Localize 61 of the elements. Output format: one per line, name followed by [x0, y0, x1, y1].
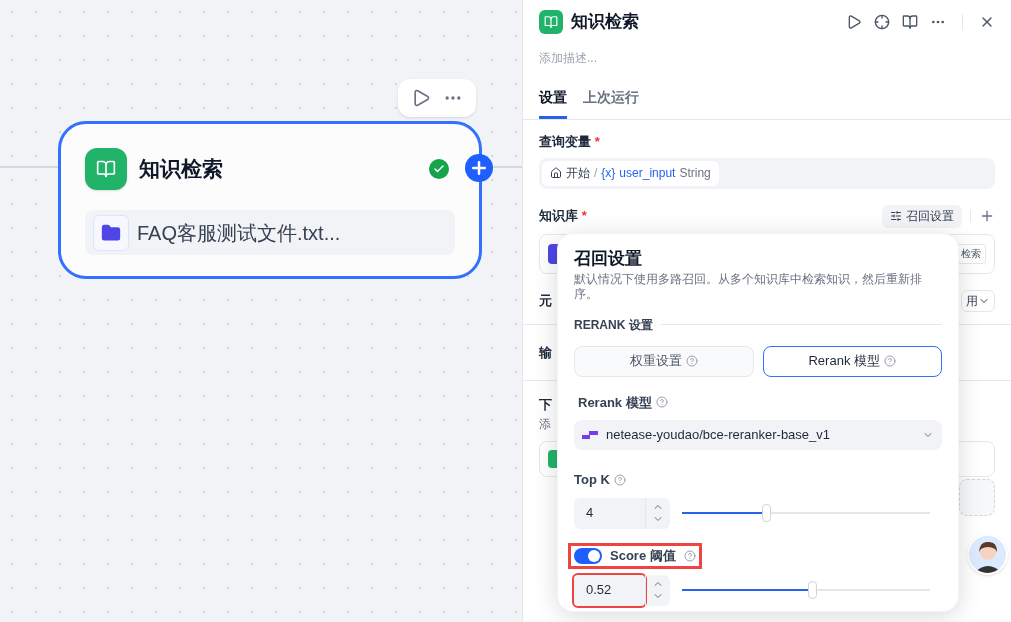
separator: / [594, 165, 598, 182]
check-icon [429, 159, 449, 179]
target-icon[interactable] [874, 13, 890, 30]
folder-icon [93, 214, 129, 251]
model-select[interactable]: netease-youdao/bce-reranker-base_v1 [574, 420, 942, 450]
sliders-icon [890, 210, 902, 222]
section-label: 下 [539, 396, 552, 414]
file-name: FAQ客服测试文件.txt... [137, 220, 341, 246]
panel-title: 知识检索 [571, 10, 640, 33]
node-title: 知识检索 [139, 156, 224, 183]
help-icon [655, 396, 668, 409]
number-input[interactable]: 0.52 [574, 574, 670, 606]
help-icon [685, 355, 698, 367]
slider[interactable] [682, 504, 930, 522]
run-icon[interactable] [411, 88, 431, 108]
help-icon [613, 473, 626, 486]
model-logo-icon [582, 431, 598, 439]
section-heading: RERANK 设置 [574, 316, 653, 334]
select-button[interactable]: 用 [961, 289, 995, 312]
model-name: netease-youdao/bce-reranker-base_v1 [606, 426, 832, 445]
section-label: 输 [539, 343, 552, 362]
slider-thumb[interactable] [762, 504, 772, 522]
mode-option[interactable]: 权重设置 [574, 345, 754, 377]
help-icon [884, 355, 896, 367]
field-label: Score 阈值 [610, 546, 676, 565]
book-icon [539, 9, 563, 34]
number-value: 4 [585, 504, 595, 523]
variable-icon: {x} [601, 164, 616, 182]
add-icon[interactable] [979, 208, 995, 224]
tab[interactable]: 设置 [539, 87, 567, 119]
tab[interactable]: 上次运行 [583, 87, 639, 119]
mode-option[interactable]: Rerank 模型 [762, 345, 942, 377]
field-label: 元 [539, 291, 552, 310]
variable-name: user_input [619, 165, 676, 182]
field-label: 知识库 [539, 208, 578, 224]
query-field[interactable]: 开始 / {x} user_input String [539, 157, 995, 189]
number-input[interactable]: 4 [574, 497, 670, 529]
section-hint: 添 [539, 415, 551, 433]
knowledge-node[interactable]: 知识检索 FAQ客服测试文件.txt... [58, 121, 482, 279]
source-name: 开始 [566, 165, 590, 182]
book-icon [85, 148, 127, 190]
popover-description: 默认情况下使用多路召回。从多个知识库中检索知识，然后重新排序。 [574, 271, 923, 302]
field-label: 查询变量 [539, 134, 591, 149]
avatar[interactable] [967, 534, 1008, 575]
add-icon[interactable] [465, 154, 493, 182]
slider[interactable] [682, 581, 930, 599]
number-value: 0.52 [574, 574, 645, 606]
recall-settings-button[interactable]: 召回设置 [882, 204, 962, 228]
add-node-placeholder[interactable] [959, 478, 995, 516]
field-label: Rerank 模型 [578, 393, 652, 412]
run-icon[interactable] [846, 13, 862, 30]
variable-type: String [679, 165, 711, 182]
toggle-switch[interactable] [574, 547, 602, 564]
book-icon[interactable] [902, 13, 918, 30]
required-mark: * [594, 134, 600, 149]
popover-title: 召回设置 [574, 248, 643, 270]
home-icon [550, 167, 562, 179]
slider-thumb[interactable] [808, 581, 818, 599]
required-mark: * [581, 208, 587, 224]
field-label: Top K [574, 471, 610, 489]
help-icon [683, 549, 696, 562]
